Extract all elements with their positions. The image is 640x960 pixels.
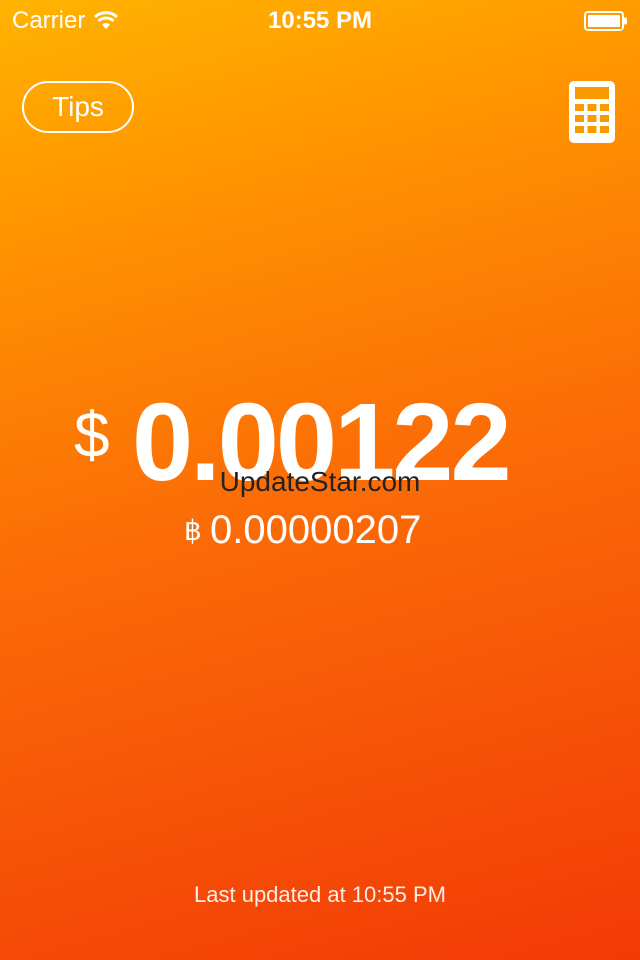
status-bar: Carrier 10:55 PM xyxy=(0,0,640,40)
status-time: 10:55 PM xyxy=(267,7,373,34)
battery-icon xyxy=(584,11,627,31)
btc-value: 0.00000207 xyxy=(210,508,422,552)
tips-button[interactable]: Tips xyxy=(22,81,134,133)
last-updated-text: Last updated at 10:55 PM xyxy=(194,882,446,907)
btc-symbol: ฿ xyxy=(184,515,202,546)
calculator-icon[interactable] xyxy=(569,81,615,143)
btc-price: ฿ 0.00000207 xyxy=(0,508,640,554)
watermark: UpdateStar.com xyxy=(219,466,421,497)
usd-symbol: $ xyxy=(74,399,110,471)
tips-label: Tips xyxy=(52,91,104,122)
